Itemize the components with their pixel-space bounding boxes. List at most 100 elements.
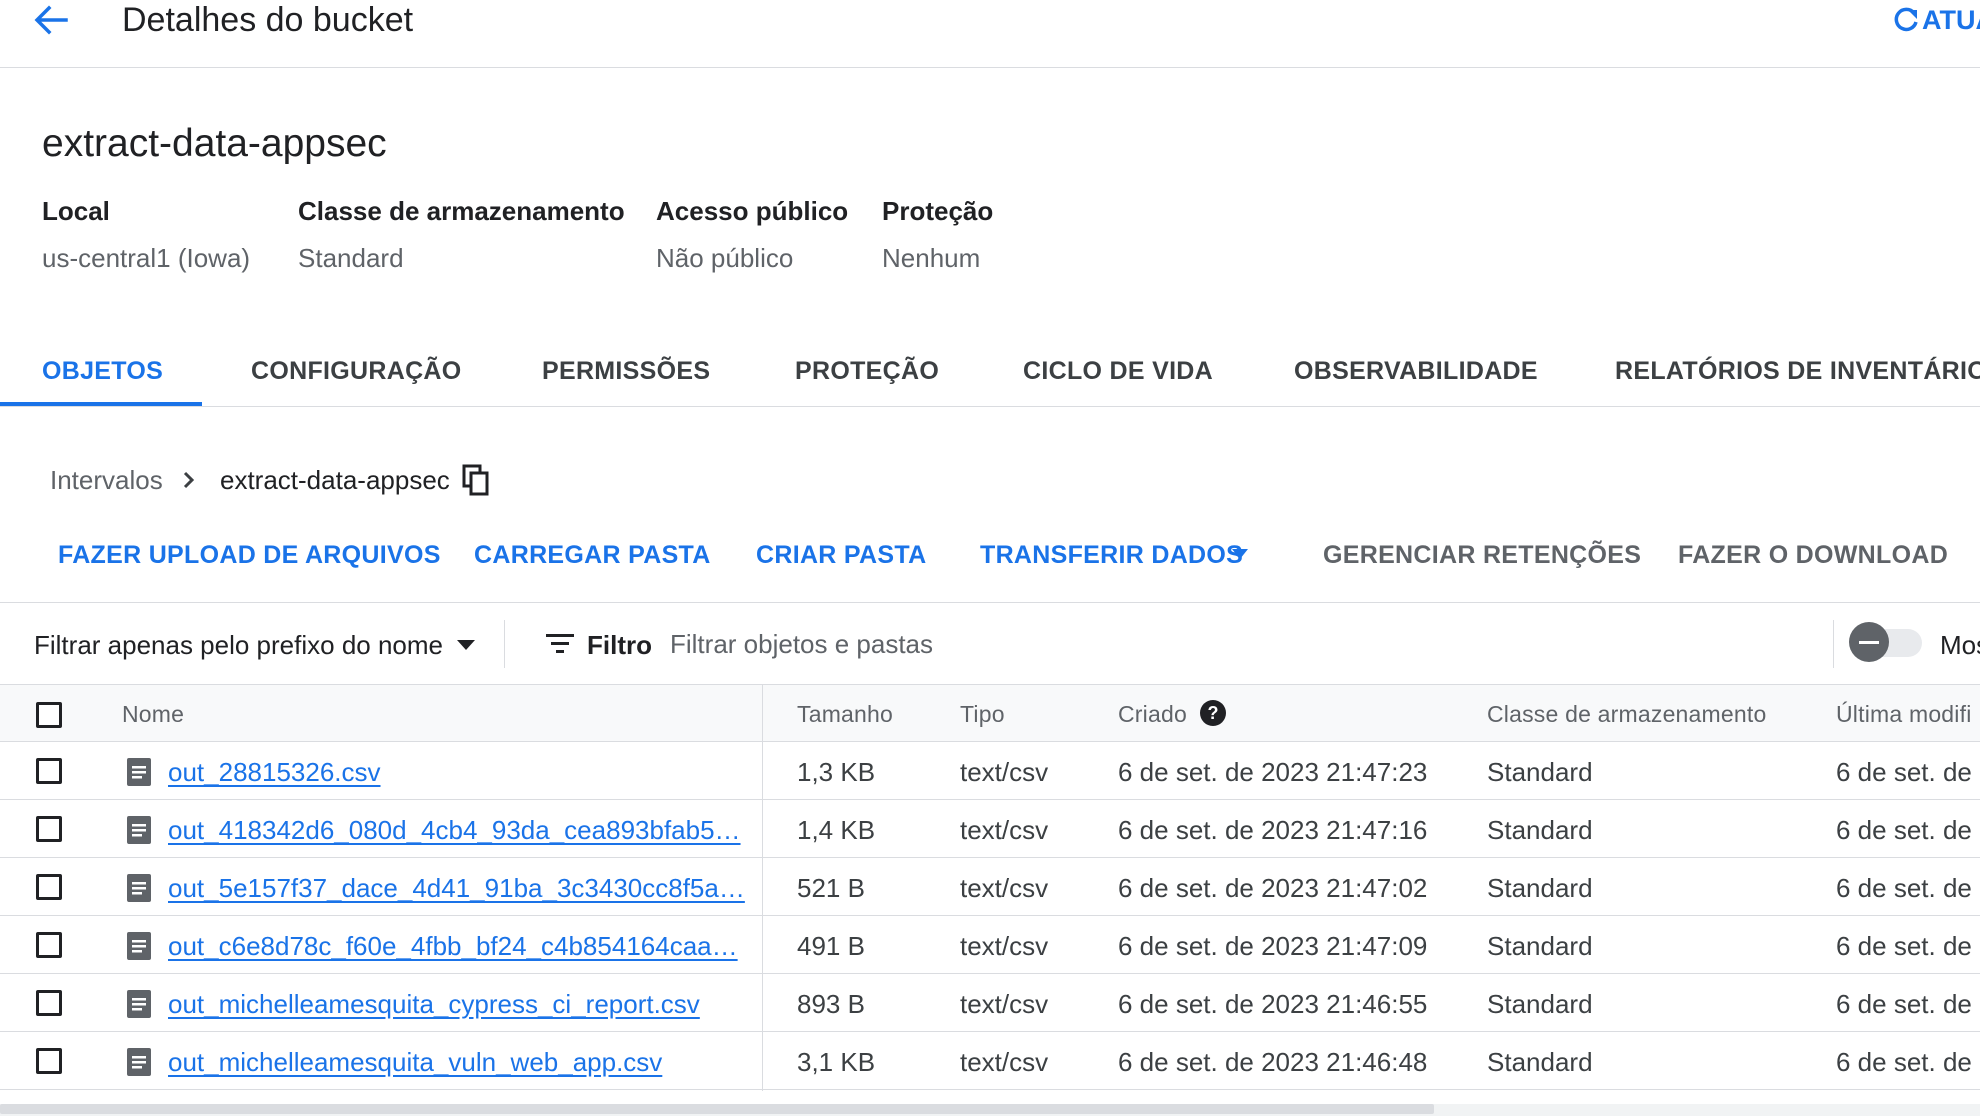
file-created: 6 de set. de 2023 21:47:16 (1118, 815, 1428, 845)
toggle-separator (1833, 620, 1834, 668)
row-checkbox[interactable] (36, 758, 62, 784)
file-icon (127, 758, 151, 786)
info-label-public-access: Acesso público (656, 196, 849, 226)
filter-icon (546, 634, 574, 653)
column-header-last-modified[interactable]: Última modifi (1836, 700, 1972, 728)
help-icon[interactable]: ? (1199, 699, 1227, 727)
breadcrumb-current: extract-data-appsec (220, 465, 450, 495)
file-name-link[interactable]: out_michelleamesquita_vuln_web_app.csv (168, 1047, 662, 1077)
file-storage-class: Standard (1487, 989, 1593, 1019)
file-created: 6 de set. de 2023 21:47:23 (1118, 757, 1428, 787)
header-divider (0, 67, 1980, 68)
column-header-name[interactable]: Nome (122, 700, 184, 728)
file-size: 3,1 KB (797, 1047, 876, 1077)
file-created: 6 de set. de 2023 21:46:48 (1118, 1047, 1428, 1077)
column-header-created[interactable]: Criado (1118, 700, 1187, 728)
file-icon (127, 874, 151, 902)
tab-protection[interactable]: PROTEÇÃO (795, 356, 939, 386)
prefix-filter-label: Filtrar apenas pelo prefixo do nome (34, 630, 444, 660)
caret-down-icon (457, 640, 476, 650)
file-created: 6 de set. de 2023 21:47:09 (1118, 931, 1428, 961)
row-checkbox[interactable] (36, 1048, 62, 1074)
file-size: 1,3 KB (797, 757, 876, 787)
file-type: text/csv (960, 815, 1049, 845)
filter-objects-input[interactable] (670, 624, 1820, 664)
file-size: 521 B (797, 873, 865, 903)
file-icon (127, 990, 151, 1018)
column-header-size[interactable]: Tamanho (797, 700, 893, 728)
file-last-modified: 6 de set. de 2 (1836, 989, 1980, 1019)
tab-lifecycle[interactable]: CICLO DE VIDA (1023, 356, 1213, 386)
filter-label: Filtro (587, 630, 652, 660)
info-value-protection: Nenhum (882, 243, 981, 273)
chevron-right-icon (183, 471, 195, 489)
manage-retentions-button[interactable]: GERENCIAR RETENÇÕES (1323, 540, 1641, 570)
info-label-location: Local (42, 196, 110, 226)
file-last-modified: 6 de set. de 2 (1836, 931, 1980, 961)
file-type: text/csv (960, 1047, 1049, 1077)
file-size: 1,4 KB (797, 815, 876, 845)
file-icon (127, 1048, 151, 1076)
row-checkbox[interactable] (36, 990, 62, 1016)
actions-divider (0, 602, 1980, 603)
info-label-protection: Proteção (882, 196, 994, 226)
file-name-link[interactable]: out_5e157f37_dace_4d41_91ba_3c3430cc8f5a… (168, 873, 745, 903)
file-last-modified: 6 de set. de 2 (1836, 815, 1980, 845)
info-value-location: us-central1 (Iowa) (42, 243, 251, 273)
tab-objects[interactable]: OBJETOS (42, 356, 163, 386)
file-icon (127, 932, 151, 960)
refresh-button[interactable]: ATUA (1892, 0, 1980, 40)
file-name-link[interactable]: out_28815326.csv (168, 757, 381, 787)
file-last-modified: 6 de set. de 2 (1836, 1047, 1980, 1077)
file-name-link[interactable]: out_c6e8d78c_f60e_4fbb_bf24_c4b854164caa… (168, 931, 738, 961)
file-size: 491 B (797, 931, 865, 961)
tab-configuration[interactable]: CONFIGURAÇÃO (251, 356, 462, 386)
file-name-link[interactable]: out_418342d6_080d_4cb4_93da_cea893bfab5… (168, 815, 741, 845)
svg-text:?: ? (1208, 703, 1219, 723)
upload-folder-button[interactable]: CARREGAR PASTA (474, 540, 711, 570)
upload-files-button[interactable]: FAZER UPLOAD DE ARQUIVOS (58, 540, 441, 570)
column-header-type[interactable]: Tipo (960, 700, 1005, 728)
caret-down-icon[interactable] (1232, 549, 1248, 559)
breadcrumb-root-link[interactable]: Intervalos (50, 465, 163, 495)
refresh-icon (1894, 7, 1918, 32)
create-folder-button[interactable]: CRIAR PASTA (756, 540, 926, 570)
file-type: text/csv (960, 873, 1049, 903)
row-checkbox[interactable] (36, 816, 62, 842)
file-type: text/csv (960, 989, 1049, 1019)
file-size: 893 B (797, 989, 865, 1019)
download-button[interactable]: FAZER O DOWNLOAD (1678, 540, 1948, 570)
file-name-link[interactable]: out_michelleamesquita_cypress_ci_report.… (168, 989, 700, 1019)
file-type: text/csv (960, 757, 1049, 787)
refresh-label: ATUA (1922, 4, 1980, 35)
page-title: Detalhes do bucket (122, 1, 414, 39)
tabs-divider (0, 406, 1980, 407)
toggle-knob[interactable] (1849, 622, 1889, 662)
horizontal-scrollbar-thumb[interactable] (0, 1104, 1434, 1114)
file-last-modified: 6 de set. de 2 (1836, 757, 1980, 787)
file-storage-class: Standard (1487, 757, 1593, 787)
info-label-storage-class: Classe de armazenamento (298, 196, 625, 226)
file-storage-class: Standard (1487, 1047, 1593, 1077)
file-created: 6 de set. de 2023 21:46:55 (1118, 989, 1428, 1019)
file-type: text/csv (960, 931, 1049, 961)
prefix-filter-dropdown[interactable]: Filtrar apenas pelo prefixo do nome (34, 630, 476, 660)
tab-observability[interactable]: OBSERVABILIDADE (1294, 356, 1538, 386)
transfer-data-button[interactable]: TRANSFERIR DADOS (980, 540, 1243, 570)
file-storage-class: Standard (1487, 931, 1593, 961)
info-value-public-access: Não público (656, 243, 794, 273)
file-icon (127, 816, 151, 844)
copy-icon[interactable] (462, 464, 490, 496)
column-resize-divider[interactable] (762, 684, 763, 1091)
select-all-checkbox[interactable] (36, 702, 62, 728)
file-created: 6 de set. de 2023 21:47:02 (1118, 873, 1428, 903)
column-header-storage-class[interactable]: Classe de armazenamento (1487, 700, 1766, 728)
bucket-name: extract-data-appsec (42, 122, 387, 165)
row-checkbox[interactable] (36, 932, 62, 958)
back-arrow-icon[interactable] (30, 0, 70, 40)
tab-inventory-reports[interactable]: RELATÓRIOS DE INVENTÁRIO (1615, 356, 1980, 386)
row-checkbox[interactable] (36, 874, 62, 900)
tab-permissions[interactable]: PERMISSÕES (542, 356, 710, 386)
file-storage-class: Standard (1487, 815, 1593, 845)
file-last-modified: 6 de set. de 2 (1836, 873, 1980, 903)
